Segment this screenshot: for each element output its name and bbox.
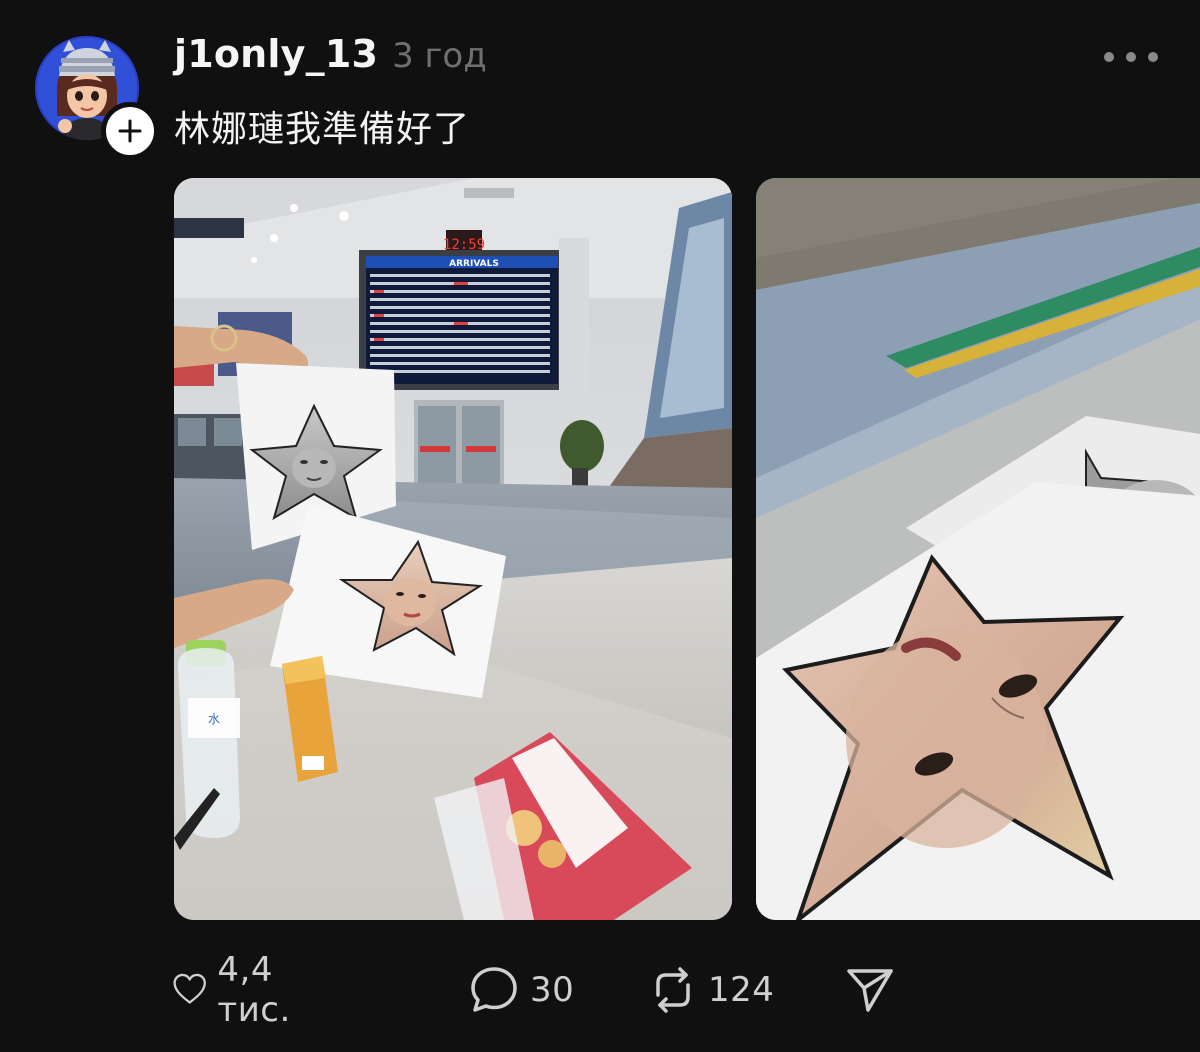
repost-button[interactable]: 124 bbox=[648, 958, 774, 1022]
comment-bubble-icon bbox=[471, 967, 517, 1012]
post-header: j1only_13 3 год bbox=[174, 32, 487, 76]
plus-icon bbox=[118, 119, 142, 143]
more-options-button[interactable] bbox=[1104, 44, 1158, 70]
like-button[interactable]: 4,4 тис. bbox=[172, 950, 309, 1030]
post-photo-2[interactable] bbox=[756, 178, 1200, 920]
comment-count: 30 bbox=[530, 970, 575, 1010]
avatar-container bbox=[35, 36, 159, 160]
repost-count: 124 bbox=[708, 970, 775, 1010]
post-photo-1[interactable]: 12:59 ARRIVALS 水 bbox=[174, 178, 732, 920]
send-icon bbox=[847, 969, 893, 1012]
thread-post: j1only_13 3 год 林娜璉我準備好了 12:59 ARRIVALS … bbox=[0, 0, 1200, 1052]
post-caption: 林娜璉我準備好了 bbox=[174, 109, 471, 150]
username[interactable]: j1only_13 bbox=[174, 32, 378, 76]
repost-icon bbox=[656, 967, 690, 1013]
heart-icon bbox=[173, 973, 206, 1004]
timestamp: 3 год bbox=[392, 36, 487, 76]
follow-button[interactable] bbox=[101, 102, 159, 160]
like-count: 4,4 тис. bbox=[217, 950, 291, 1030]
board-header: ARRIVALS bbox=[449, 259, 499, 269]
share-button[interactable] bbox=[844, 958, 896, 1022]
more-dots-icon bbox=[1104, 52, 1114, 62]
svg-text:水: 水 bbox=[208, 712, 220, 726]
comment-button[interactable]: 30 bbox=[468, 958, 574, 1022]
